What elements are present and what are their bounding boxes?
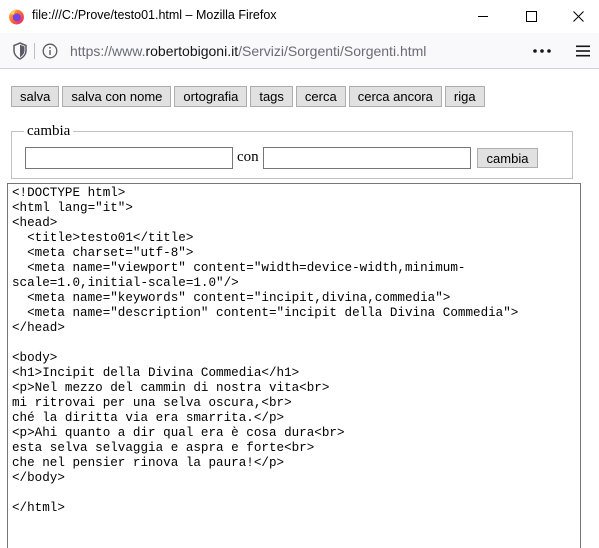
code-line: <meta name="keywords" content="incipit,d… [12, 291, 451, 305]
line-button[interactable]: riga [444, 86, 485, 107]
source-code: <!DOCTYPE html> <html lang="it"> <head> <t… [12, 186, 518, 516]
find-input[interactable] [25, 147, 233, 169]
close-icon [572, 11, 584, 22]
tracking-protection-shield-icon[interactable] [12, 42, 28, 60]
save-as-button[interactable]: salva con nome [62, 86, 172, 107]
tags-button[interactable]: tags [250, 86, 293, 107]
more-actions-icon[interactable] [530, 42, 554, 60]
spellcheck-button[interactable]: ortografia [174, 86, 248, 107]
urlbar-separator [34, 43, 35, 59]
code-line: </html> [12, 501, 65, 515]
replace-fieldset: cambia con cambia [11, 123, 573, 179]
url-field[interactable]: https://www.robertobigoni.it/Servizi/Sor… [70, 43, 426, 59]
code-line: ché la diritta via era smarrita.</p> [12, 411, 285, 425]
minimize-button[interactable] [460, 0, 506, 33]
code-line: <meta name="description" content="incipi… [12, 306, 519, 320]
code-line: <head> [12, 216, 58, 230]
code-line: esta selva selvaggia e aspra e forte<br> [12, 441, 315, 455]
maximize-button[interactable] [508, 0, 554, 33]
with-label: con [237, 149, 259, 165]
window-title: file:///C:/Prove/testo01.html – Mozilla … [32, 8, 277, 22]
url-prefix: https://www. [70, 43, 146, 59]
url-host: robertobigoni.it [145, 43, 239, 59]
code-line: <p>Nel mezzo del cammin di nostra vita<b… [12, 381, 330, 395]
code-line: <title>testo01</title> [12, 231, 194, 245]
firefox-icon [9, 9, 24, 25]
code-line: <h1>Incipit della Divina Commedia</h1> [12, 366, 300, 380]
code-line: <body> [12, 351, 58, 365]
replace-input[interactable] [263, 147, 471, 169]
navigation-bar: https://www.robertobigoni.it/Servizi/Sor… [0, 33, 599, 69]
code-line: <p>Ahi quanto a dir qual era è cosa dura… [12, 426, 345, 440]
site-info-icon[interactable] [42, 43, 58, 59]
url-path: /Servizi/Sorgenti/Sorgenti.html [238, 43, 427, 59]
window-titlebar: file:///C:/Prove/testo01.html – Mozilla … [0, 0, 599, 33]
search-again-button[interactable]: cerca ancora [348, 86, 442, 107]
code-line: </head> [12, 321, 65, 335]
save-button[interactable]: salva [11, 86, 60, 107]
search-button[interactable]: cerca [295, 86, 346, 107]
maximize-icon [525, 11, 537, 22]
editor-toolbar: salva salva con nome ortografia tags cer… [11, 86, 485, 107]
replace-button[interactable]: cambia [477, 148, 538, 168]
page-content: salva salva con nome ortografia tags cer… [0, 70, 599, 548]
code-line: </body> [12, 471, 65, 485]
code-line: mi ritrovai per una selva oscura,<br> [12, 396, 292, 410]
close-button[interactable] [555, 0, 599, 33]
code-line: <meta name="viewport" content="width=dev… [12, 261, 466, 275]
code-line: scale=1.0,initial-scale=1.0"/> [12, 276, 239, 290]
replace-legend: cambia [24, 123, 74, 140]
code-line: <html lang="it"> [12, 201, 133, 215]
menu-hamburger-icon[interactable] [575, 43, 591, 59]
code-line: <meta charset="utf-8"> [12, 246, 194, 260]
minimize-icon [477, 16, 488, 17]
source-textarea[interactable]: <!DOCTYPE html> <html lang="it"> <head> <t… [7, 183, 581, 548]
code-line: <!DOCTYPE html> [12, 186, 126, 200]
code-line: che nel pensier rinova la paura!</p> [12, 456, 285, 470]
